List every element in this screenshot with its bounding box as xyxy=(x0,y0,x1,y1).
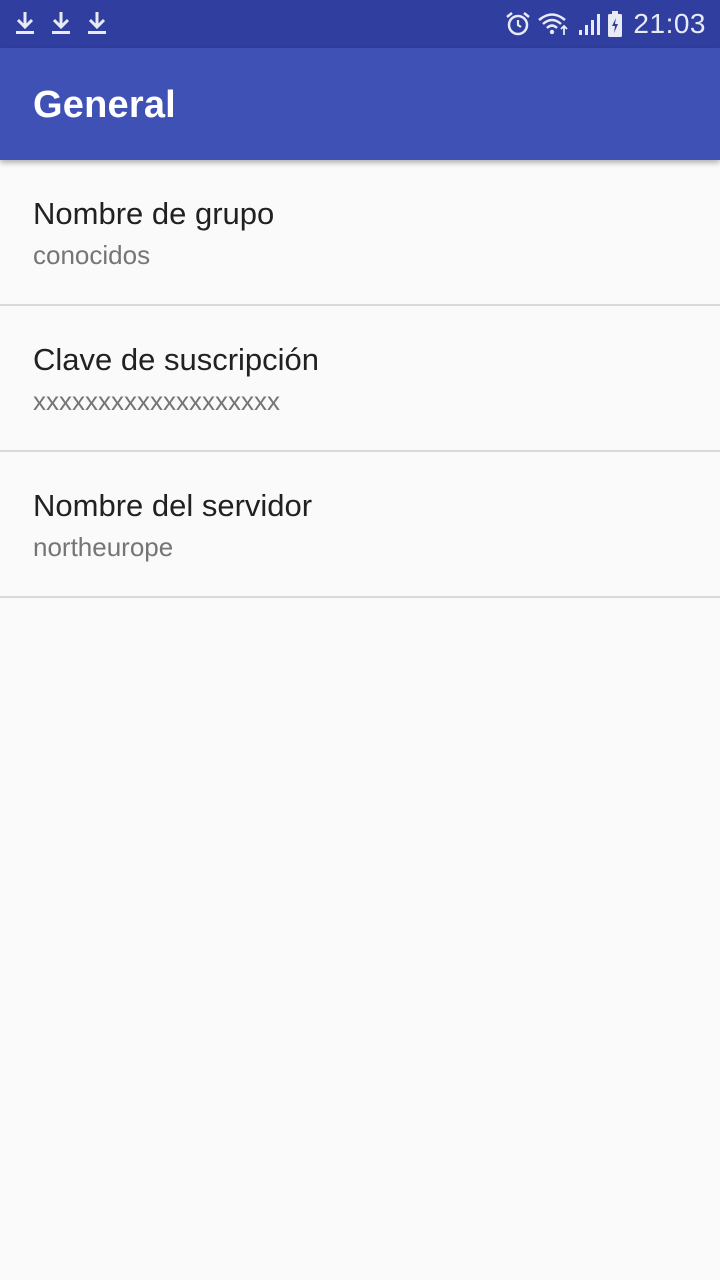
page-title: General xyxy=(33,84,176,126)
clock: 21:03 xyxy=(633,8,706,39)
app-bar: General xyxy=(0,48,720,160)
status-bar: 21:03 xyxy=(0,0,720,48)
preference-summary: conocidos xyxy=(33,240,151,270)
system-icons: 21:03 xyxy=(505,0,706,48)
notification-icons xyxy=(14,10,108,36)
alarm-icon xyxy=(505,11,531,37)
preference-title: Nombre de grupo xyxy=(33,196,275,231)
download-icon xyxy=(50,10,72,36)
preference-title: Nombre del servidor xyxy=(33,488,313,523)
signal-icon xyxy=(577,11,601,37)
preference-server-name[interactable]: Nombre del servidor northeurope xyxy=(0,452,720,598)
preferences-list: Nombre de grupo conocidos Clave de suscr… xyxy=(0,160,720,598)
preference-group-name[interactable]: Nombre de grupo conocidos xyxy=(0,160,720,306)
preference-summary: xxxxxxxxxxxxxxxxxxx xyxy=(33,386,280,416)
preference-summary: northeurope xyxy=(33,532,174,562)
wifi-icon xyxy=(537,11,571,37)
battery-charging-icon xyxy=(607,10,623,38)
preference-subscription-key[interactable]: Clave de suscripción xxxxxxxxxxxxxxxxxxx xyxy=(0,306,720,452)
preference-title: Clave de suscripción xyxy=(33,342,320,377)
download-icon xyxy=(86,10,108,36)
download-icon xyxy=(14,10,36,36)
